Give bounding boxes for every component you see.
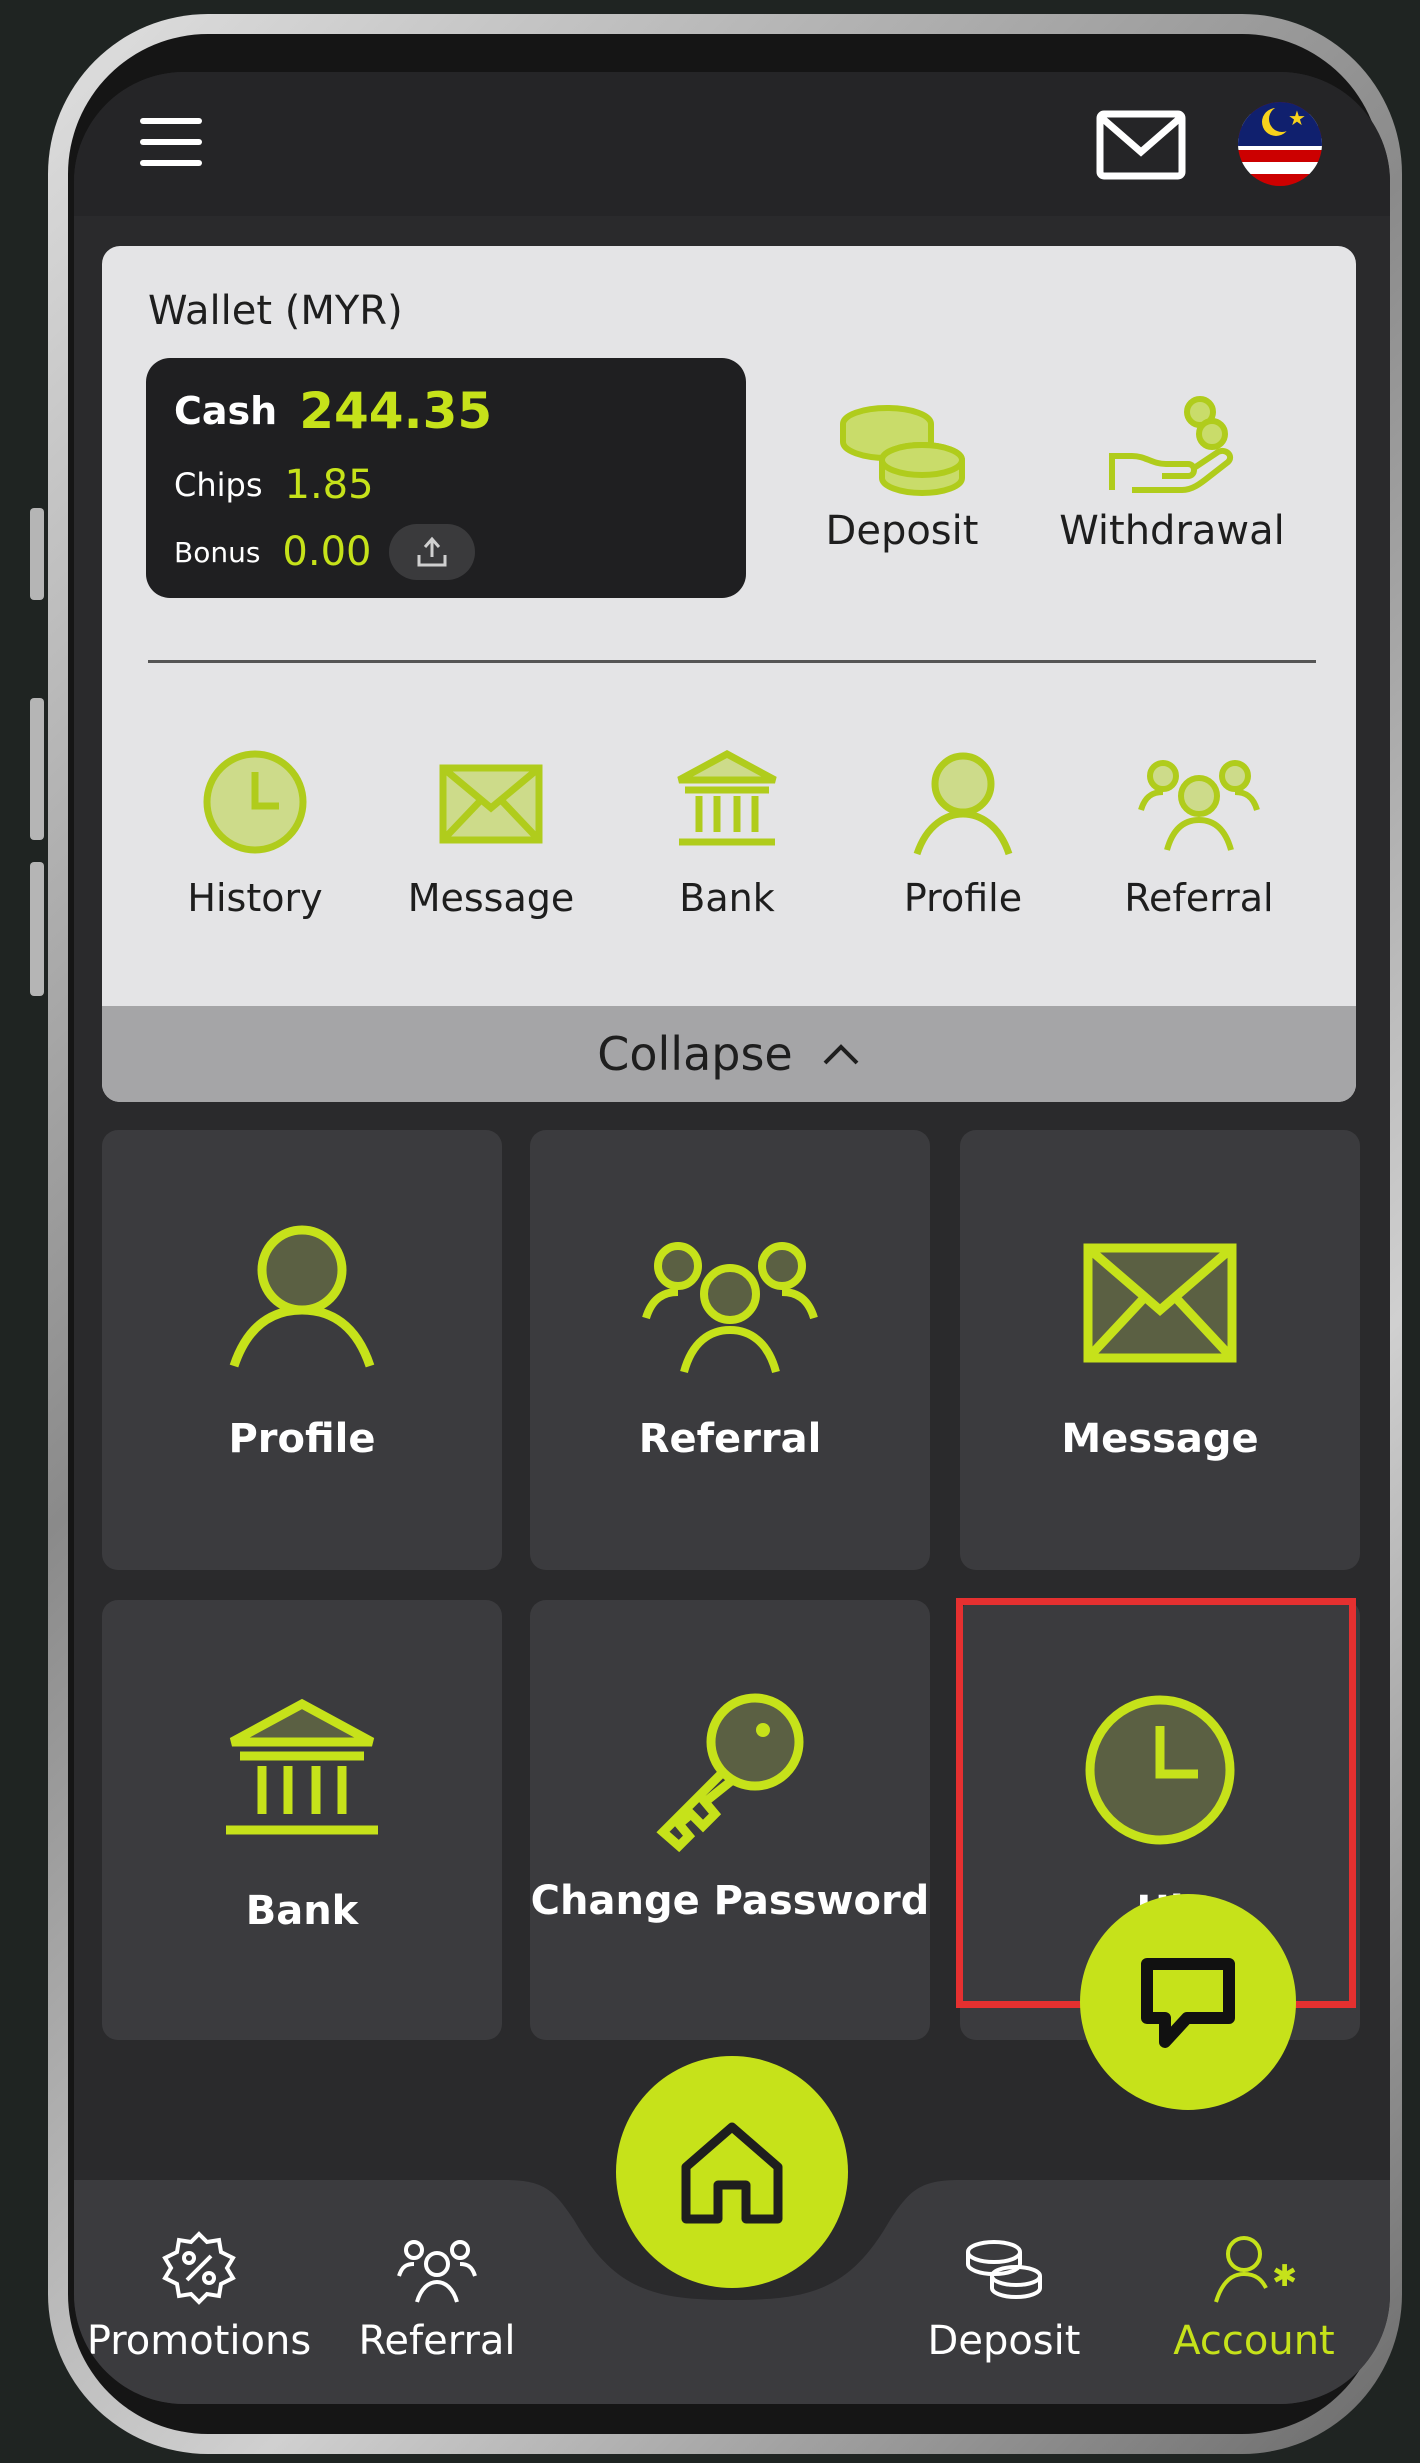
deposit-label: Deposit bbox=[825, 508, 979, 554]
chips-value: 1.85 bbox=[284, 462, 374, 508]
hand-coins-icon bbox=[1109, 396, 1234, 493]
envelope-icon bbox=[1083, 1243, 1237, 1363]
phone-screen: ★ Wallet (MYR) Cash 244.35 Chips 1.85 Bo… bbox=[74, 72, 1390, 2404]
group-icon bbox=[1138, 760, 1260, 851]
hamburger-icon[interactable] bbox=[140, 118, 202, 166]
collapse-label: Collapse bbox=[597, 1027, 793, 1081]
bonus-row: Bonus 0.00 bbox=[174, 524, 476, 580]
chat-bubble-icon bbox=[1141, 1958, 1235, 2048]
cash-value: 244.35 bbox=[299, 382, 493, 440]
collapse-button[interactable]: Collapse bbox=[102, 1006, 1356, 1102]
coins-icon bbox=[840, 405, 965, 496]
home-icon bbox=[681, 2122, 783, 2224]
quick-link-bank[interactable]: Bank bbox=[612, 746, 842, 920]
quick-links-row: History Message Bank Profile Referral bbox=[102, 746, 1356, 946]
nav-label: Deposit bbox=[927, 2318, 1081, 2364]
top-bar: ★ bbox=[74, 72, 1390, 216]
side-button-volume-down bbox=[30, 862, 44, 996]
nav-label: Account bbox=[1173, 2318, 1335, 2364]
user-icon bbox=[229, 1225, 375, 1368]
clock-icon bbox=[203, 750, 307, 854]
account-settings-icon: ✱ bbox=[1214, 2236, 1297, 2303]
chevron-up-icon bbox=[823, 1044, 859, 1065]
deposit-button[interactable]: Deposit bbox=[802, 394, 1002, 554]
nav-referral[interactable]: Referral bbox=[322, 2230, 552, 2364]
svg-text:✱: ✱ bbox=[1272, 2259, 1296, 2294]
chips-row: Chips 1.85 bbox=[174, 462, 374, 508]
nav-deposit[interactable]: Deposit bbox=[884, 2230, 1124, 2364]
tile-message[interactable]: Message bbox=[960, 1130, 1360, 1570]
tile-label: Message bbox=[1061, 1416, 1259, 1462]
home-button[interactable] bbox=[616, 2056, 848, 2288]
tile-profile[interactable]: Profile bbox=[102, 1130, 502, 1570]
quick-link-referral[interactable]: Referral bbox=[1084, 746, 1314, 920]
wallet-panel: Wallet (MYR) Cash 244.35 Chips 1.85 Bonu… bbox=[102, 246, 1356, 1102]
key-icon bbox=[656, 1693, 804, 1853]
group-icon bbox=[397, 2240, 477, 2303]
upload-icon bbox=[417, 536, 447, 567]
chips-label: Chips bbox=[174, 466, 263, 504]
quick-link-history[interactable]: History bbox=[140, 746, 370, 920]
mail-icon[interactable] bbox=[1096, 110, 1186, 180]
tile-label: Bank bbox=[245, 1888, 359, 1934]
quick-link-label: History bbox=[187, 876, 323, 920]
nav-promotions[interactable]: Promotions bbox=[74, 2230, 324, 2364]
bank-icon bbox=[677, 750, 777, 846]
quick-link-label: Referral bbox=[1124, 876, 1274, 920]
envelope-icon bbox=[439, 764, 543, 844]
quick-link-label: Bank bbox=[679, 876, 775, 920]
tile-label: Referral bbox=[638, 1416, 822, 1462]
group-icon bbox=[642, 1242, 818, 1374]
cash-label: Cash bbox=[174, 389, 278, 433]
side-button-volume-up bbox=[30, 698, 44, 840]
tile-label: Profile bbox=[228, 1416, 376, 1462]
withdrawal-button[interactable]: Withdrawal bbox=[1022, 394, 1322, 554]
bonus-value: 0.00 bbox=[282, 529, 372, 575]
wallet-divider bbox=[148, 660, 1316, 663]
nav-label: Referral bbox=[358, 2318, 516, 2364]
quick-link-label: Message bbox=[407, 876, 575, 920]
wallet-title: Wallet (MYR) bbox=[148, 288, 403, 334]
coins-icon bbox=[966, 2240, 1042, 2299]
percent-badge-icon bbox=[162, 2231, 236, 2305]
tile-bank[interactable]: Bank bbox=[102, 1600, 502, 2040]
tile-referral[interactable]: Referral bbox=[530, 1130, 930, 1570]
side-button-action bbox=[30, 508, 44, 600]
tile-change-password[interactable]: Change Password bbox=[530, 1600, 930, 2040]
withdrawal-label: Withdrawal bbox=[1059, 508, 1285, 554]
bank-icon bbox=[226, 1698, 378, 1835]
balance-box: Cash 244.35 Chips 1.85 Bonus 0.00 bbox=[146, 358, 746, 598]
live-chat-button[interactable] bbox=[1080, 1894, 1296, 2110]
bonus-transfer-button[interactable] bbox=[389, 524, 476, 580]
quick-link-profile[interactable]: Profile bbox=[848, 746, 1078, 920]
quick-link-message[interactable]: Message bbox=[376, 746, 606, 920]
tile-label: Change Password bbox=[530, 1878, 930, 1924]
user-icon bbox=[913, 752, 1013, 856]
nav-label: Promotions bbox=[86, 2318, 312, 2364]
quick-link-label: Profile bbox=[903, 876, 1023, 920]
nav-account[interactable]: ✱ Account bbox=[1134, 2230, 1374, 2364]
cash-row: Cash 244.35 bbox=[174, 382, 492, 440]
bonus-label: Bonus bbox=[174, 535, 261, 569]
malaysia-flag-icon[interactable]: ★ bbox=[1238, 102, 1322, 186]
